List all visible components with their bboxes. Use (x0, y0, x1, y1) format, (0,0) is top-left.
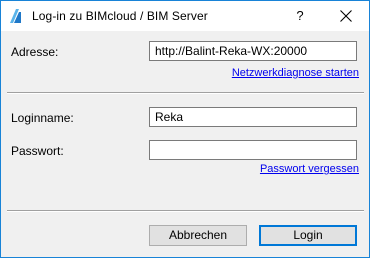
help-icon: ? (296, 8, 304, 23)
address-label: Adresse: (11, 45, 59, 59)
login-name-field[interactable]: Reka (149, 107, 357, 127)
address-field[interactable]: http://Balint-Reka-WX:20000 (149, 41, 357, 61)
login-button[interactable]: Login (259, 225, 357, 246)
separator-bottom (7, 210, 364, 212)
title-bar: Log-in zu BIMcloud / BIM Server ? (1, 1, 369, 31)
bimcloud-icon (8, 7, 22, 25)
forgot-password-link[interactable]: Passwort vergessen (260, 163, 359, 175)
dialog-title: Log-in zu BIMcloud / BIM Server (32, 9, 208, 23)
password-label: Passwort: (11, 144, 64, 158)
login-dialog: Log-in zu BIMcloud / BIM Server ? Adress… (0, 0, 370, 258)
password-field[interactable] (149, 140, 357, 160)
close-icon (340, 10, 352, 22)
network-diagnose-link[interactable]: Netzwerkdiagnose starten (232, 67, 359, 79)
dialog-body: Adresse: http://Balint-Reka-WX:20000 Net… (1, 31, 369, 257)
close-button[interactable] (323, 1, 369, 31)
login-name-label: Loginname: (11, 111, 74, 125)
separator-top (7, 92, 364, 94)
cancel-button[interactable]: Abbrechen (149, 225, 247, 246)
help-button[interactable]: ? (277, 1, 323, 31)
